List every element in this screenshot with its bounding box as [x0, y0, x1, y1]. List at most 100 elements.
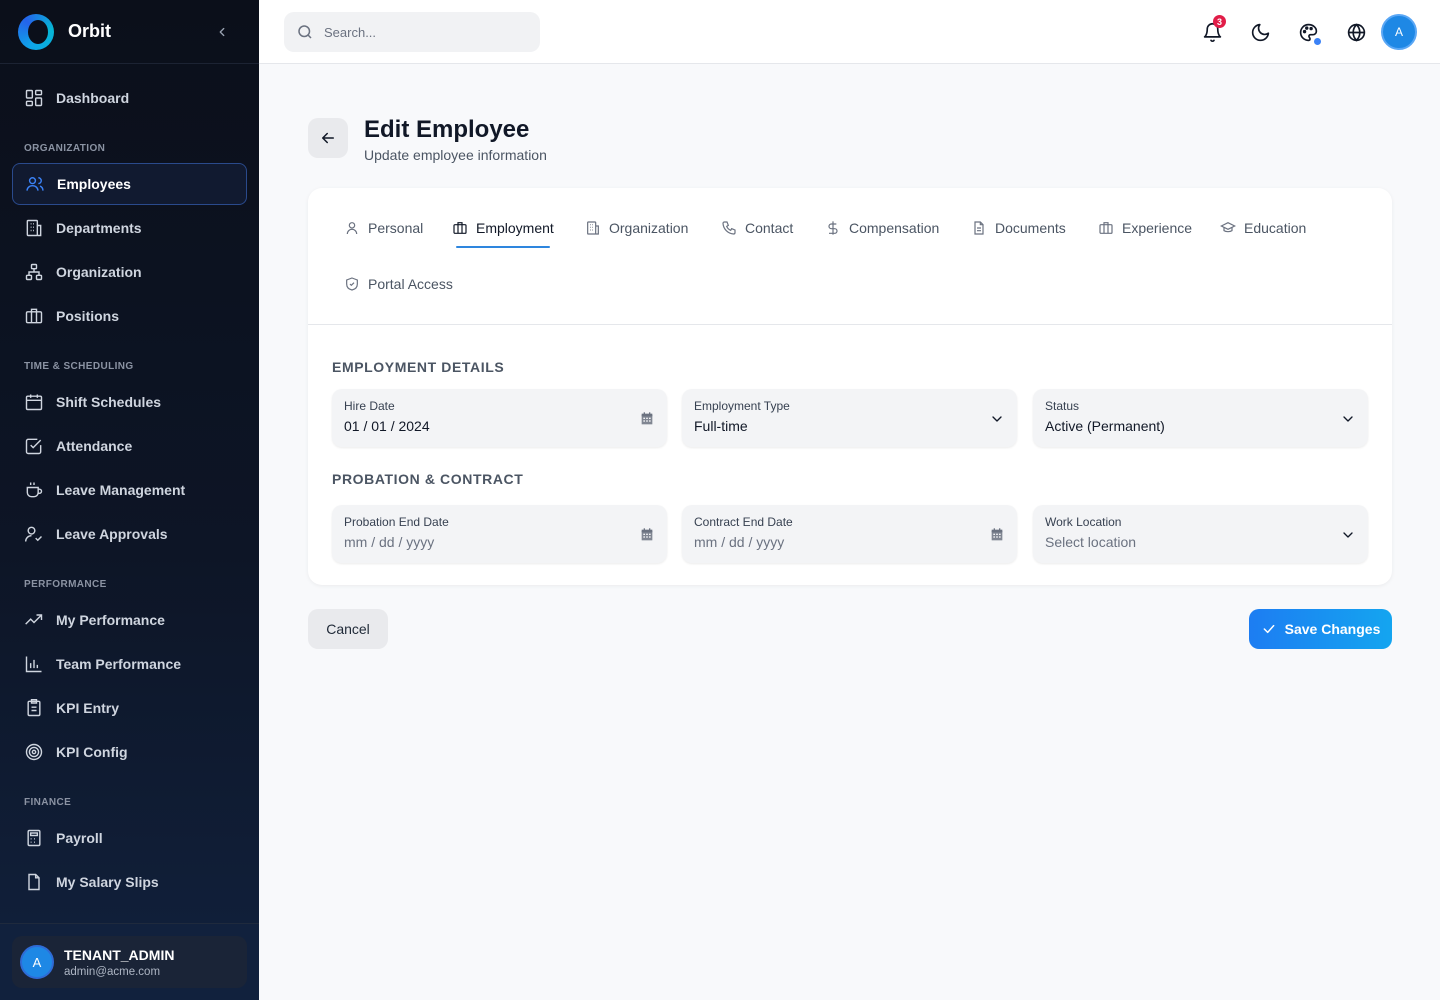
field-label: Work Location: [1045, 515, 1122, 529]
sidebar-item-employees[interactable]: Employees: [12, 163, 247, 205]
tab-label: Experience: [1122, 220, 1193, 236]
user-role: TENANT_ADMIN: [64, 946, 175, 963]
page-subtitle: Update employee information: [364, 147, 547, 163]
sidebar-item-label: Employees: [57, 176, 131, 192]
tab-experience[interactable]: Experience: [1098, 213, 1192, 243]
field-label: Employment Type: [694, 399, 790, 413]
section-label-finance: FINANCE: [24, 797, 72, 808]
tab-employment[interactable]: Employment: [452, 213, 554, 248]
sidebar-item-departments[interactable]: Departments: [12, 207, 247, 249]
trend-icon: [25, 614, 43, 625]
sidebar-item-leave-approvals[interactable]: Leave Approvals: [12, 513, 247, 555]
section-label-performance: PERFORMANCE: [24, 579, 107, 590]
sidebar-item-my-performance[interactable]: My Performance: [12, 599, 247, 641]
tab-personal[interactable]: Personal: [344, 213, 423, 243]
field-label: Probation End Date: [344, 515, 449, 529]
calculator-icon: [27, 829, 41, 847]
save-changes-button[interactable]: Save Changes: [1249, 609, 1392, 649]
tab-education[interactable]: Education: [1220, 213, 1306, 243]
sidebar-item-kpi-config[interactable]: KPI Config: [12, 731, 247, 773]
work-location-select[interactable]: Work Location Select location: [1033, 505, 1368, 563]
brand-name: Orbit: [68, 21, 111, 41]
palette-button[interactable]: [1293, 17, 1323, 47]
employment-type-select[interactable]: Employment Type Full-time: [682, 389, 1017, 447]
sidebar-item-label: Team Performance: [56, 656, 182, 672]
chevron-down-icon: [1343, 532, 1353, 538]
checkbox-icon: [25, 438, 42, 455]
sidebar-item-organization[interactable]: Organization: [12, 251, 247, 293]
sidebar: Orbit Dashboard ORGANIZATION Employees D…: [0, 0, 259, 1000]
sidebar-item-label: KPI Config: [56, 744, 128, 760]
search-input[interactable]: [324, 24, 524, 40]
clipboard-icon: [27, 698, 41, 717]
tab-contact[interactable]: Contact: [721, 213, 793, 243]
user-avatar-button[interactable]: A: [1381, 14, 1417, 50]
sidebar-item-team-performance[interactable]: Team Performance: [12, 643, 247, 685]
sidebar-item-kpi-entry[interactable]: KPI Entry: [12, 687, 247, 729]
building-icon: [26, 219, 42, 237]
probation-end-date-field[interactable]: Probation End Date mm / dd / yyyy: [332, 505, 667, 563]
calendar-icon[interactable]: [639, 527, 655, 543]
sidebar-item-attendance[interactable]: Attendance: [12, 425, 247, 467]
status-select[interactable]: Status Active (Permanent): [1033, 389, 1368, 447]
tab-label: Documents: [995, 220, 1066, 236]
field-label: Hire Date: [344, 399, 395, 413]
sidebar-item-label: Leave Management: [56, 482, 186, 498]
calendar-icon[interactable]: [989, 527, 1005, 543]
brand: Orbit: [0, 0, 259, 64]
calendar-icon[interactable]: [639, 411, 655, 427]
hire-date-field[interactable]: Hire Date 01 / 01 / 2024: [332, 389, 667, 447]
sidebar-item-my-salary-slips[interactable]: My Salary Slips: [12, 861, 247, 903]
tab-label: Contact: [745, 220, 794, 236]
sidebar-item-payroll[interactable]: Payroll: [12, 817, 247, 859]
graduation-cap-icon: [1220, 221, 1236, 233]
notifications-button[interactable]: 3: [1197, 15, 1227, 47]
back-button[interactable]: [308, 118, 348, 158]
user-email: admin@acme.com: [64, 965, 161, 978]
user-card[interactable]: A TENANT_ADMIN admin@acme.com: [12, 936, 247, 988]
tab-organization[interactable]: Organization: [585, 213, 688, 243]
users-icon: [26, 177, 44, 191]
briefcase-icon: [453, 222, 467, 234]
language-button[interactable]: [1341, 17, 1371, 47]
sidebar-item-positions[interactable]: Positions: [12, 295, 247, 337]
org-chart-icon: [25, 263, 43, 281]
cancel-button[interactable]: Cancel: [308, 609, 388, 649]
theme-toggle-button[interactable]: [1245, 17, 1275, 47]
sidebar-item-label: Dashboard: [56, 90, 130, 106]
tab-portal-access[interactable]: Portal Access: [344, 269, 453, 299]
sidebar-item-label: Attendance: [56, 438, 133, 454]
moon-icon: [1251, 23, 1269, 41]
briefcase-icon: [1099, 222, 1113, 234]
sidebar-item-leave-management[interactable]: Leave Management: [12, 469, 247, 511]
contract-end-date-field[interactable]: Contract End Date mm / dd / yyyy: [682, 505, 1017, 563]
tab-label: Education: [1244, 220, 1307, 236]
shield-check-icon: [346, 277, 358, 291]
calendar-icon: [25, 394, 43, 411]
collapse-sidebar-button[interactable]: [211, 21, 233, 43]
top-bar: 3 A: [259, 0, 1440, 64]
search-box[interactable]: [284, 12, 540, 52]
chevron-down-icon: [1343, 416, 1353, 422]
user-check-icon: [24, 526, 43, 542]
dashboard-icon: [25, 89, 43, 107]
tab-label: Compensation: [849, 220, 940, 236]
section-label-time-scheduling: TIME & SCHEDULING: [24, 361, 134, 372]
probation-end-date-value: mm / dd / yyyy: [344, 534, 435, 550]
sidebar-item-dashboard[interactable]: Dashboard: [12, 77, 247, 119]
sidebar-item-label: Departments: [56, 220, 142, 236]
briefcase-icon: [25, 308, 43, 324]
sidebar-item-label: My Salary Slips: [56, 874, 159, 890]
tab-documents[interactable]: Documents: [971, 213, 1066, 243]
field-label: Status: [1045, 399, 1080, 413]
globe-icon: [1347, 22, 1365, 42]
employment-type-value: Full-time: [694, 418, 748, 434]
sidebar-item-shift-schedules[interactable]: Shift Schedules: [12, 381, 247, 423]
tab-compensation[interactable]: Compensation: [825, 213, 939, 243]
hire-date-value: 01 / 01 / 2024: [344, 418, 430, 434]
search-icon: [298, 25, 312, 39]
tab-label: Portal Access: [368, 276, 453, 292]
tab-label: Organization: [609, 220, 689, 236]
file-icon: [28, 873, 40, 891]
dollar-icon: [828, 221, 838, 235]
